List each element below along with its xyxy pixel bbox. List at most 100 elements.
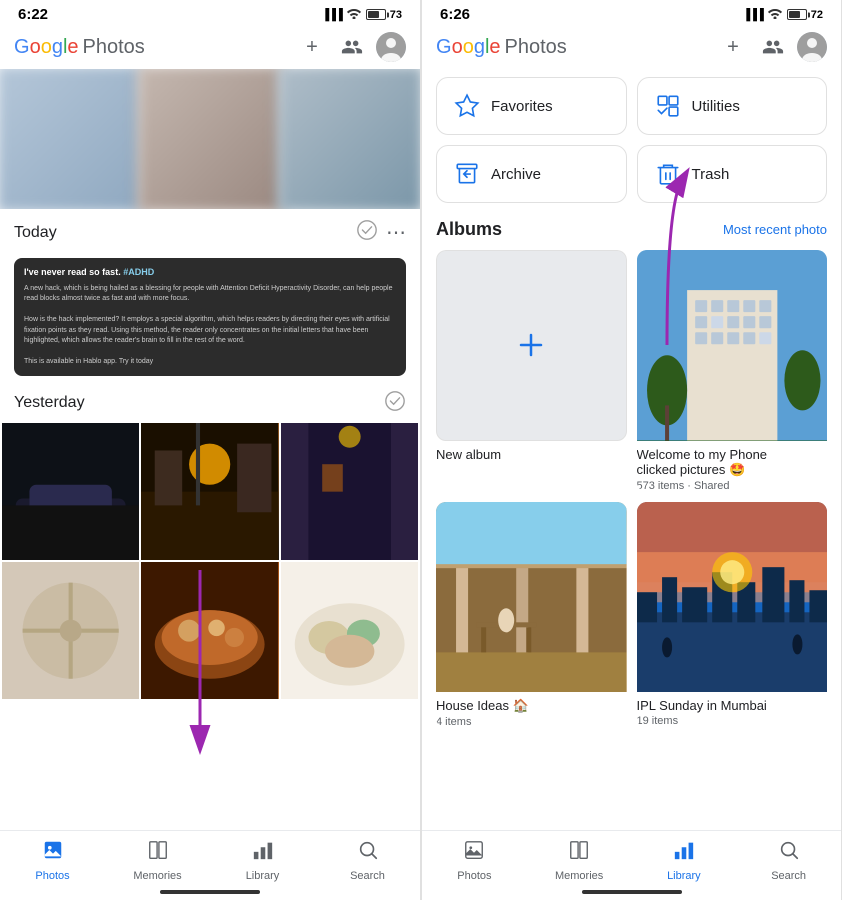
photo-cell-2[interactable]: [137, 69, 283, 209]
today-label: Today: [14, 224, 348, 242]
new-album-name: New album: [436, 447, 627, 462]
photo-thumb-food1[interactable]: [141, 562, 278, 699]
favorites-card[interactable]: Favorites: [436, 77, 627, 135]
text-post[interactable]: I've never read so fast. #ADHD A new hac…: [14, 258, 406, 376]
house-ideas-count: 4 items: [436, 716, 627, 728]
albums-section: Albums Most recent photo New album: [422, 211, 841, 732]
library-content: Favorites Utilities Archive: [422, 69, 841, 900]
signal-icon-right: ▐▐▐: [742, 9, 762, 21]
time-left: 6:22: [18, 6, 48, 23]
nav-photos-label-left: Photos: [35, 870, 69, 882]
photos-wordmark: Photos: [83, 36, 145, 59]
search-nav-icon-right: [778, 839, 800, 867]
photo-thumb-food2[interactable]: [281, 562, 418, 699]
photo-cell-1[interactable]: [0, 69, 142, 209]
ipl-info: IPL Sunday in Mumbai 19 items: [637, 692, 828, 727]
search-nav-icon-left: [357, 839, 379, 867]
nav-library-right[interactable]: Library: [632, 839, 737, 882]
nav-memories-left[interactable]: Memories: [105, 839, 210, 882]
star-icon: [453, 92, 481, 120]
new-album-card[interactable]: New album: [436, 250, 627, 492]
utilities-icon: [654, 92, 682, 120]
photo-thumb-car[interactable]: [2, 423, 139, 560]
new-album-thumb: [436, 250, 627, 441]
logo-left: Google Photos: [14, 36, 288, 59]
albums-grid: New album: [436, 250, 827, 728]
text-post-body: A new hack, which is being hailed as a b…: [24, 284, 396, 368]
welcome-album-info: Welcome to my Phoneclicked pictures 🤩 57…: [637, 441, 828, 492]
wifi-icon: [346, 7, 362, 22]
nav-search-label-left: Search: [350, 870, 385, 882]
left-phone: 6:22 ▐▐▐ 73 Google Photos +: [0, 0, 421, 900]
more-dots-icon[interactable]: ⋯: [386, 220, 406, 245]
yesterday-photos-grid: [0, 421, 420, 702]
battery-icon-left: [366, 9, 386, 20]
today-header: Today ⋯: [0, 209, 420, 252]
share-button-right[interactable]: [757, 31, 789, 63]
nav-memories-right[interactable]: Memories: [527, 839, 632, 882]
nav-memories-label-right: Memories: [555, 870, 603, 882]
nav-photos-left[interactable]: Photos: [0, 839, 105, 882]
nav-library-label-left: Library: [246, 870, 280, 882]
check-circle-icon[interactable]: [356, 219, 378, 246]
logo-right: Google Photos: [436, 36, 709, 59]
google-wordmark-right: Google: [436, 36, 501, 59]
top-bar-left: Google Photos +: [0, 25, 420, 69]
right-phone: 6:26 ▐▐▐ 72 Google Photos +: [421, 0, 842, 900]
welcome-album-thumb: [637, 250, 828, 441]
add-button-left[interactable]: +: [296, 31, 328, 63]
house-ideas-name: House Ideas 🏠: [436, 698, 627, 714]
photos-nav-icon: [42, 839, 64, 867]
archive-label: Archive: [491, 166, 541, 183]
photos-wordmark-right: Photos: [505, 36, 567, 59]
nav-library-left[interactable]: Library: [210, 839, 315, 882]
utility-grid: Favorites Utilities Archive: [422, 69, 841, 211]
new-album-info: New album: [436, 441, 627, 462]
signal-icon: ▐▐▐: [321, 9, 341, 21]
archive-card[interactable]: Archive: [436, 145, 627, 203]
nav-library-label-right: Library: [667, 870, 701, 882]
add-button-right[interactable]: +: [717, 31, 749, 63]
status-icons-right: ▐▐▐ 72: [742, 7, 823, 22]
nav-memories-label-left: Memories: [133, 870, 181, 882]
battery-icon-right: [787, 9, 807, 20]
nav-photos-right[interactable]: Photos: [422, 839, 527, 882]
avatar-left[interactable]: [376, 32, 406, 62]
library-nav-icon-right: [673, 839, 695, 867]
library-nav-icon: [252, 839, 274, 867]
photos-nav-icon-right: [463, 839, 485, 867]
utilities-label: Utilities: [692, 98, 740, 115]
yesterday-header: Yesterday: [0, 382, 420, 421]
yesterday-label: Yesterday: [14, 394, 384, 412]
albums-header: Albums Most recent photo: [436, 219, 827, 240]
share-button-left[interactable]: [336, 31, 368, 63]
nav-search-left[interactable]: Search: [315, 839, 420, 882]
status-bar-left: 6:22 ▐▐▐ 73: [0, 0, 420, 25]
utilities-card[interactable]: Utilities: [637, 77, 828, 135]
photo-thumb-fan[interactable]: [2, 562, 139, 699]
google-wordmark: Google: [14, 36, 79, 59]
status-bar-right: 6:26 ▐▐▐ 72: [422, 0, 841, 25]
trash-card[interactable]: Trash: [637, 145, 828, 203]
memories-nav-icon-right: [568, 839, 590, 867]
photo-thumb-street[interactable]: [141, 423, 278, 560]
photo-cell-3[interactable]: [278, 69, 420, 209]
home-indicator-right: [582, 890, 682, 894]
avatar-right[interactable]: [797, 32, 827, 62]
ipl-card[interactable]: IPL Sunday in Mumbai 19 items: [637, 502, 828, 729]
welcome-album-card[interactable]: Welcome to my Phoneclicked pictures 🤩 57…: [637, 250, 828, 492]
welcome-album-name: Welcome to my Phoneclicked pictures 🤩: [637, 447, 828, 478]
archive-icon: [453, 160, 481, 188]
wifi-icon-right: [767, 7, 783, 22]
house-ideas-card[interactable]: House Ideas 🏠 4 items: [436, 502, 627, 729]
check-circle-icon-2[interactable]: [384, 390, 406, 417]
most-recent-link[interactable]: Most recent photo: [723, 222, 827, 237]
ipl-count: 19 items: [637, 715, 828, 727]
nav-search-right[interactable]: Search: [736, 839, 841, 882]
welcome-album-count: 573 items · Shared: [637, 480, 828, 492]
time-right: 6:26: [440, 6, 470, 23]
trash-label: Trash: [692, 166, 730, 183]
ipl-name: IPL Sunday in Mumbai: [637, 698, 828, 713]
photo-thumb-alley[interactable]: [281, 423, 418, 560]
trash-icon: [654, 160, 682, 188]
